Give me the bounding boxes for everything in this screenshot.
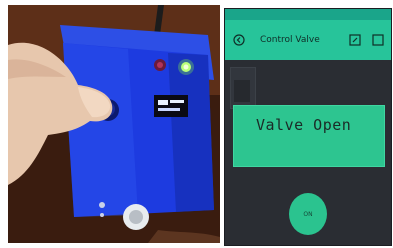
oled-display (154, 95, 188, 117)
valve-button-text: ON (303, 210, 313, 218)
screw-2 (100, 213, 104, 217)
red-led-core (157, 62, 163, 68)
power-jack-inner (129, 210, 143, 224)
lcd-display: Valve Open (233, 105, 385, 167)
screenshot-frame: ----- Control Valve (0, 0, 393, 248)
add-button[interactable] (370, 32, 386, 48)
oled-pixels-3 (158, 108, 180, 111)
back-button[interactable] (231, 32, 247, 48)
screw-1 (99, 202, 105, 208)
valve-toggle-button[interactable]: ON (289, 193, 327, 235)
terminal-widget[interactable] (230, 67, 256, 109)
oled-pixels-1 (158, 100, 168, 105)
app-bar: Control Valve (225, 20, 391, 60)
status-bar (225, 9, 391, 20)
edit-icon (349, 31, 361, 50)
add-icon (372, 31, 384, 50)
oled-pixels-2 (170, 100, 184, 103)
device-photo-graphic (8, 5, 220, 243)
enclosure-shadow (168, 53, 214, 212)
app-title: Control Valve (260, 35, 320, 45)
edit-button[interactable] (347, 32, 363, 48)
phone-screen: Control Valve Valve Open ON (224, 8, 392, 246)
back-icon (233, 31, 245, 50)
enclosure-highlight (63, 43, 138, 217)
lcd-line-1: Valve Open (256, 116, 352, 134)
terminal-icon (234, 80, 250, 102)
device-photo: ----- (8, 5, 220, 243)
green-led-core (183, 64, 189, 70)
